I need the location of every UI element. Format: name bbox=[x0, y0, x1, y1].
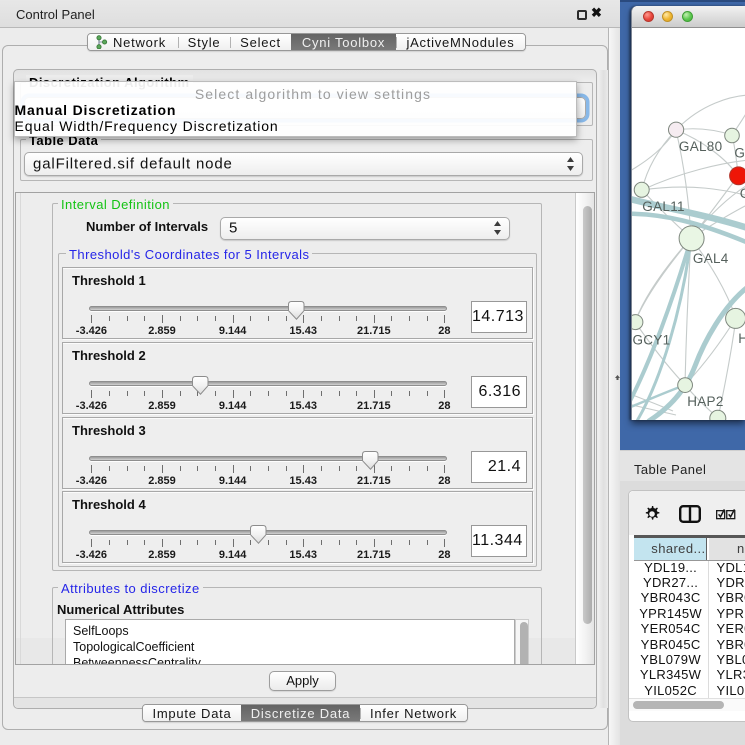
svg-text:HAP2: HAP2 bbox=[687, 394, 723, 409]
svg-text:GAL4: GAL4 bbox=[693, 251, 729, 266]
svg-text:GA: GA bbox=[734, 146, 745, 161]
svg-text:H: H bbox=[738, 331, 745, 346]
svg-text:C: C bbox=[740, 186, 745, 201]
svg-text:GAL80: GAL80 bbox=[679, 139, 723, 154]
svg-text:GCY1: GCY1 bbox=[633, 333, 671, 348]
svg-text:GAL11: GAL11 bbox=[642, 199, 685, 214]
